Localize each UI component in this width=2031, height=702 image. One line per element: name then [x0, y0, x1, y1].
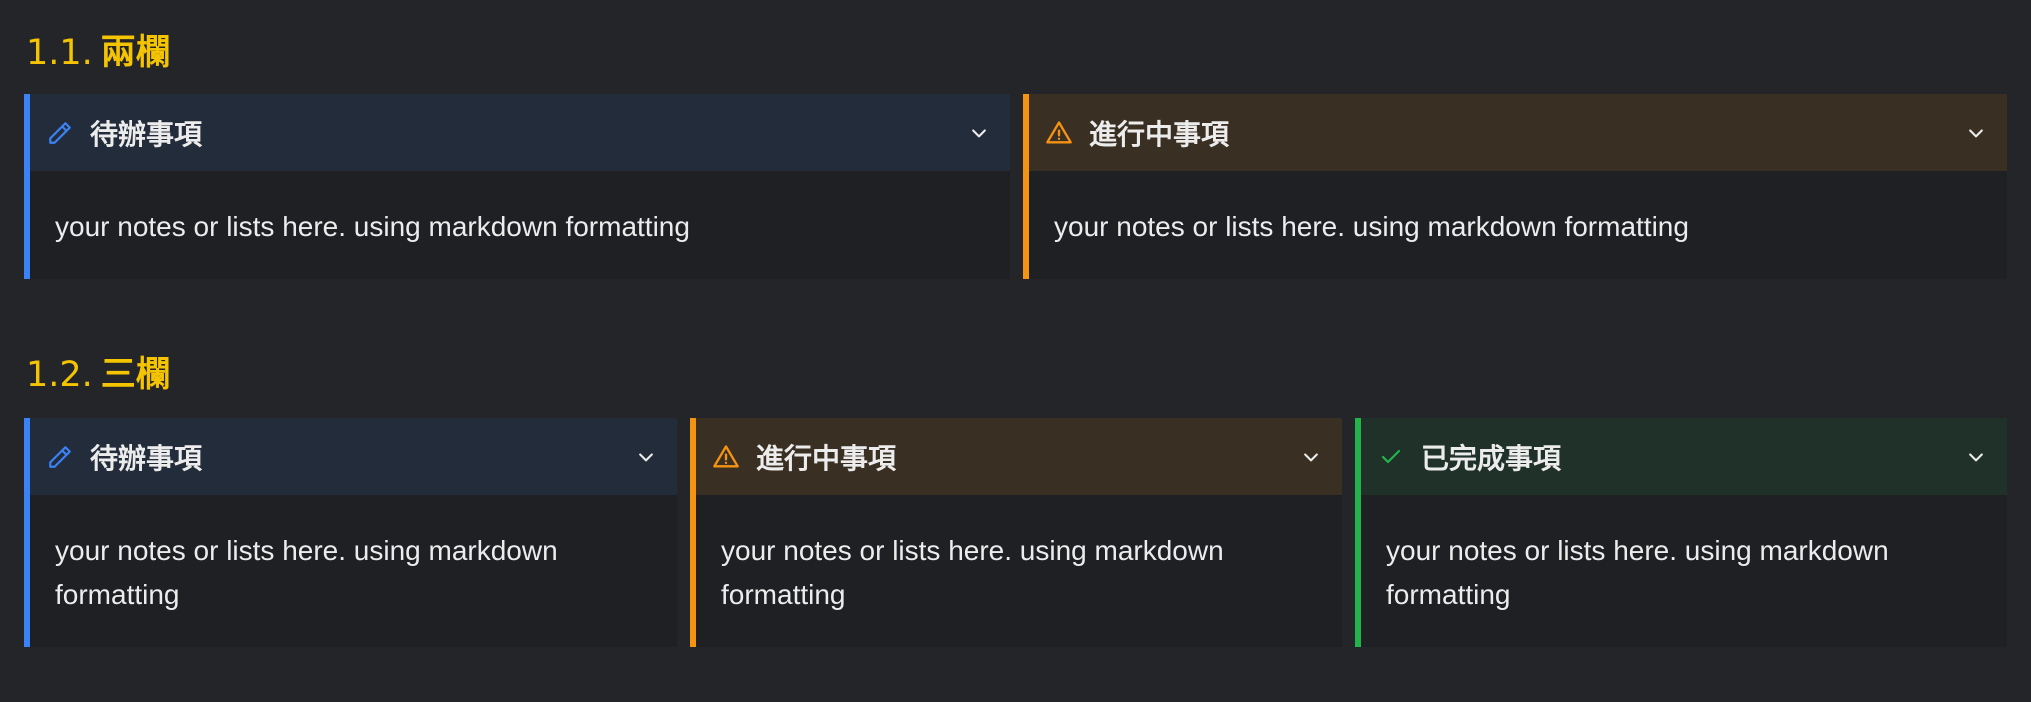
chevron-down-icon[interactable] [968, 122, 990, 144]
callout-todo: 待辦事項 your notes or lists here. using mar… [24, 94, 1010, 279]
page: 1.1. 兩欄 待辦事項 your notes or lists here. us… [0, 0, 2031, 702]
callout-header[interactable]: 已完成事項 [1361, 418, 2007, 495]
section-title: 兩欄 [100, 33, 171, 73]
callout-header[interactable]: 進行中事項 [1029, 94, 2007, 171]
section-title: 三欄 [100, 355, 171, 395]
chevron-down-icon[interactable] [1300, 446, 1322, 468]
pencil-icon [46, 119, 74, 147]
section-heading: 1.1. 兩欄 [26, 36, 171, 71]
check-icon [1377, 443, 1405, 471]
callout-body: your notes or lists here. using markdown… [55, 535, 558, 610]
callout-in-progress: 進行中事項 your notes or lists here. using ma… [1023, 94, 2007, 279]
callout-title: 進行中事項 [756, 441, 897, 475]
callout-title: 已完成事項 [1421, 441, 1562, 475]
callout-header[interactable]: 進行中事項 [696, 418, 1342, 495]
callout-done: 已完成事項 your notes or lists here. using ma… [1355, 418, 2007, 647]
callout-body: your notes or lists here. using markdown… [55, 211, 690, 242]
callout-row: 待辦事項 your notes or lists here. using mar… [24, 418, 2007, 647]
callout-title: 待辦事項 [90, 441, 203, 475]
section-number: 1.2. [26, 355, 93, 395]
callout-header[interactable]: 待辦事項 [30, 94, 1010, 171]
warning-icon [1045, 119, 1073, 147]
section-heading: 1.2. 三欄 [26, 358, 171, 393]
section-number: 1.1. [26, 33, 93, 73]
callout-body: your notes or lists here. using markdown… [1054, 211, 1689, 242]
chevron-down-icon[interactable] [635, 446, 657, 468]
callout-body: your notes or lists here. using markdown… [721, 535, 1224, 610]
callout-title: 待辦事項 [90, 117, 203, 151]
chevron-down-icon[interactable] [1965, 122, 1987, 144]
callout-body: your notes or lists here. using markdown… [1386, 535, 1889, 610]
callout-title: 進行中事項 [1089, 117, 1230, 151]
callout-in-progress: 進行中事項 your notes or lists here. using ma… [690, 418, 1342, 647]
callout-header[interactable]: 待辦事項 [30, 418, 677, 495]
pencil-icon [46, 443, 74, 471]
warning-icon [712, 443, 740, 471]
callout-todo: 待辦事項 your notes or lists here. using mar… [24, 418, 677, 647]
chevron-down-icon[interactable] [1965, 446, 1987, 468]
callout-row: 待辦事項 your notes or lists here. using mar… [24, 94, 2007, 279]
